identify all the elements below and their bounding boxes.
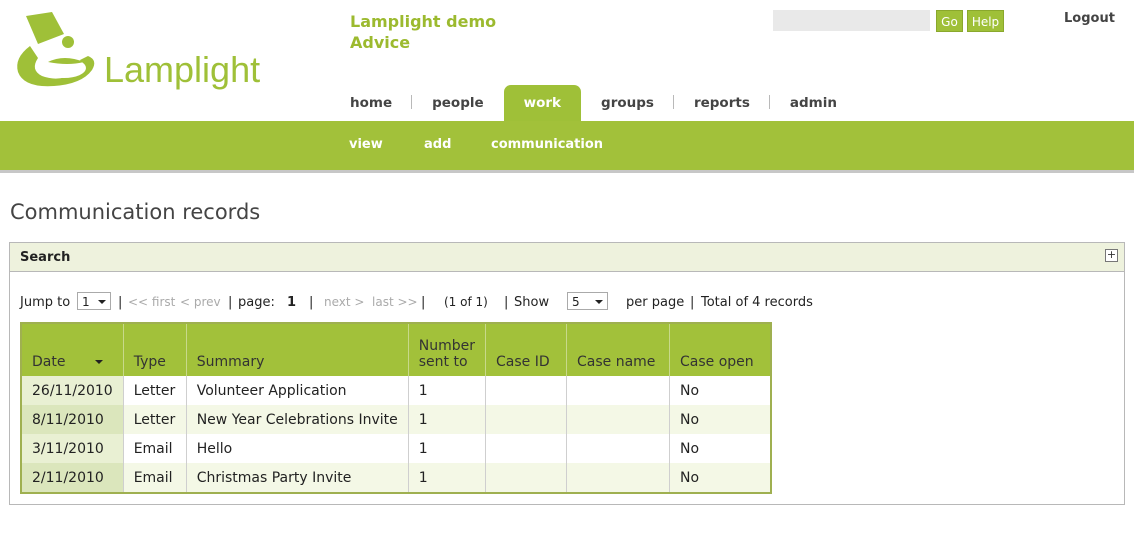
pager-separator: | [504, 295, 509, 310]
column-header-case-id[interactable]: Case ID [485, 323, 567, 376]
lamplight-logo: Lamplight [8, 10, 278, 92]
cell-number-sent-to: 1 [408, 463, 486, 493]
go-button[interactable]: Go [936, 10, 963, 32]
cell-type: Letter [123, 405, 187, 434]
cell-case-open: No [669, 376, 772, 405]
column-header-case-id-label: Case ID [495, 354, 550, 370]
search-panel-header[interactable]: Search + [9, 242, 1125, 272]
current-page: 1 [287, 295, 297, 310]
table-row[interactable]: 8/11/2010 Letter New Year Celebrations I… [21, 405, 772, 434]
org-name-line1: Lamplight demo [350, 12, 497, 31]
total-records: Total of 4 records [701, 295, 813, 310]
jump-to-label: Jump to [20, 295, 71, 310]
page-title: Communication records [10, 200, 261, 224]
column-header-number-line1: Number [418, 338, 475, 354]
nav-work[interactable]: work [503, 85, 582, 121]
sort-descending-icon[interactable] [95, 360, 104, 364]
first-page-link[interactable]: << first [128, 295, 175, 309]
cell-case-open: No [669, 405, 772, 434]
chevron-down-icon [595, 300, 603, 304]
cell-case-name [566, 405, 670, 434]
help-button[interactable]: Help [967, 10, 1004, 32]
chevron-down-icon [98, 300, 106, 304]
plus-icon[interactable]: + [1105, 249, 1118, 262]
cell-case-name [566, 463, 670, 493]
column-header-date-label: Date [32, 354, 66, 370]
jump-to-select[interactable]: 1 [77, 292, 111, 310]
column-header-summary-label: Summary [196, 354, 265, 370]
column-header-summary[interactable]: Summary [186, 323, 409, 376]
sub-nav: view add communication [0, 121, 1134, 173]
cell-date: 2/11/2010 [21, 463, 124, 493]
cell-type: Email [123, 434, 187, 463]
nav-home[interactable]: home [330, 85, 413, 121]
brand-wordmark: Lamplight [104, 49, 260, 90]
cell-case-id [485, 434, 567, 463]
org-name: Lamplight demo Advice [350, 11, 496, 53]
cell-summary: Hello [186, 434, 409, 463]
cell-date: 26/11/2010 [21, 376, 124, 405]
cell-case-id [485, 405, 567, 434]
cell-case-name [566, 376, 670, 405]
nav-people[interactable]: people [412, 85, 504, 121]
cell-case-open: No [669, 463, 772, 493]
cell-case-open: No [669, 434, 772, 463]
per-page-select[interactable]: 5 [567, 292, 608, 310]
column-header-case-name[interactable]: Case name [566, 323, 670, 376]
column-header-case-name-label: Case name [576, 354, 656, 370]
nav-reports[interactable]: reports [674, 85, 770, 121]
pager-separator: | [690, 295, 695, 310]
cell-number-sent-to: 1 [408, 376, 486, 405]
cell-type: Email [123, 463, 187, 493]
logout-link[interactable]: Logout [1064, 11, 1115, 26]
table-header-row: Date Type Summary Number sent to Case ID … [21, 323, 771, 376]
cell-summary: Volunteer Application [186, 376, 409, 405]
next-page-link[interactable]: next > [324, 295, 364, 309]
cell-case-name [566, 434, 670, 463]
pager-separator: | [309, 295, 314, 310]
page-label: page: [238, 295, 275, 310]
column-header-number-sent-to[interactable]: Number sent to [408, 323, 486, 376]
cell-date: 8/11/2010 [21, 405, 124, 434]
page-count: (1 of 1) [444, 295, 488, 309]
per-page-value: 5 [572, 295, 580, 309]
cell-type: Letter [123, 376, 187, 405]
pager-separator: | [421, 295, 426, 310]
cell-case-id [485, 463, 567, 493]
last-page-link[interactable]: last >> [372, 295, 418, 309]
column-header-date[interactable]: Date [21, 323, 124, 376]
column-header-case-open[interactable]: Case open [669, 323, 771, 376]
search-panel-title: Search [20, 250, 71, 265]
communication-records-table: Date Type Summary Number sent to Case ID … [20, 322, 772, 494]
column-header-type[interactable]: Type [123, 323, 187, 376]
main-nav: home people work groups reports admin [330, 85, 857, 121]
cell-date: 3/11/2010 [21, 434, 124, 463]
column-header-number-line2: sent to [418, 354, 468, 370]
subnav-view[interactable]: view [349, 137, 383, 152]
column-header-case-open-label: Case open [679, 354, 754, 370]
per-page-label: per page [626, 295, 685, 310]
nav-groups[interactable]: groups [581, 85, 674, 121]
nav-admin[interactable]: admin [770, 85, 857, 121]
cell-summary: New Year Celebrations Invite [186, 405, 409, 434]
column-header-type-label: Type [133, 354, 166, 370]
table-row[interactable]: 2/11/2010 Email Christmas Party Invite 1… [21, 463, 772, 493]
org-name-line2: Advice [350, 33, 411, 52]
cell-number-sent-to: 1 [408, 434, 486, 463]
subnav-communication[interactable]: communication [491, 137, 603, 152]
subnav-add[interactable]: add [424, 137, 451, 152]
cell-number-sent-to: 1 [408, 405, 486, 434]
quick-search-input[interactable] [773, 10, 930, 31]
show-label: Show [514, 295, 550, 310]
cell-case-id [485, 376, 567, 405]
pager-separator: | [228, 295, 233, 310]
lamp-icon: Lamplight [17, 12, 260, 90]
table-row[interactable]: 3/11/2010 Email Hello 1 No [21, 434, 772, 463]
cell-summary: Christmas Party Invite [186, 463, 409, 493]
prev-page-link[interactable]: < prev [180, 295, 221, 309]
table-row[interactable]: 26/11/2010 Letter Volunteer Application … [21, 376, 772, 405]
jump-to-value: 1 [82, 295, 90, 309]
pager-separator: | [118, 295, 123, 310]
